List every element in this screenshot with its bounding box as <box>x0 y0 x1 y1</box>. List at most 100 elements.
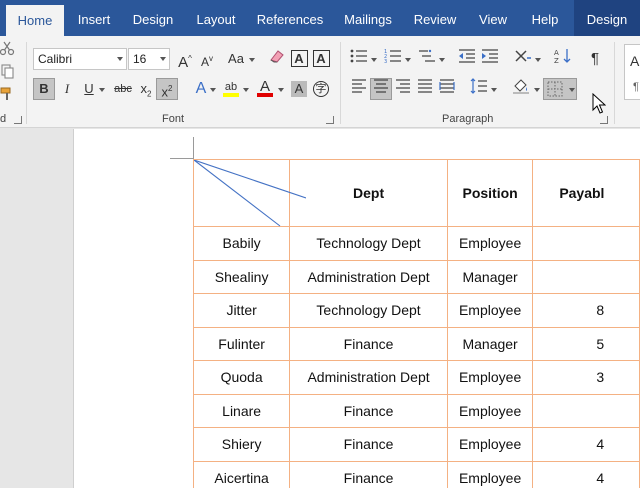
italic-button[interactable]: I <box>56 78 78 100</box>
data-table[interactable]: Dept Position Payabl Babily Technology D… <box>192 159 640 488</box>
font-size-combo[interactable]: 16 <box>128 48 170 70</box>
cell-payable[interactable]: 8 <box>532 293 640 328</box>
bold-button[interactable]: B <box>33 78 55 100</box>
styles-gallery[interactable]: A ¶ <box>624 44 640 100</box>
chevron-down-icon <box>535 58 541 62</box>
line-spacing-icon[interactable] <box>468 78 490 100</box>
tab-layout[interactable]: Layout <box>188 0 244 36</box>
numbering-icon[interactable]: 123 <box>382 48 404 70</box>
format-painter-icon[interactable] <box>0 86 18 108</box>
cell-payable[interactable] <box>532 226 640 261</box>
cell-name[interactable]: Fulinter <box>192 326 291 361</box>
cell-position[interactable]: Manager <box>446 259 534 294</box>
shading-char-icon[interactable]: A <box>288 78 310 100</box>
group-separator <box>340 42 341 124</box>
asian-layout-icon[interactable] <box>512 48 534 70</box>
tab-review[interactable]: Review <box>406 0 464 36</box>
ribbon: d Calibri 16 A^ Av Aa A A B I U abc x2 x… <box>0 36 640 128</box>
cell-dept[interactable]: Finance <box>289 326 448 361</box>
tab-view[interactable]: View <box>470 0 516 36</box>
cell-payable[interactable] <box>532 393 640 428</box>
bullets-icon[interactable] <box>348 48 370 70</box>
cell-name[interactable]: Linare <box>192 393 291 428</box>
chevron-down-icon <box>210 88 216 92</box>
paragraph-dialog-launcher[interactable] <box>600 116 608 124</box>
multilevel-list-icon[interactable] <box>416 48 438 70</box>
justify-icon[interactable] <box>414 78 436 100</box>
font-dialog-launcher[interactable] <box>326 116 334 124</box>
tab-insert[interactable]: Insert <box>68 0 120 36</box>
font-color-icon[interactable]: A <box>254 76 276 98</box>
copy-icon[interactable] <box>0 63 18 85</box>
shading-icon[interactable] <box>510 78 532 100</box>
cell-name[interactable]: Jitter <box>192 293 291 328</box>
cell-payable[interactable]: 5 <box>532 326 640 361</box>
cell-dept[interactable]: Administration Dept <box>289 360 448 395</box>
tab-table-design[interactable]: Design <box>574 0 640 36</box>
cell-payable[interactable] <box>532 259 640 294</box>
header-dept[interactable]: Dept <box>289 159 448 227</box>
cell-position[interactable]: Employee <box>446 226 534 261</box>
header-payable[interactable]: Payabl <box>532 159 640 227</box>
tab-mailings[interactable]: Mailings <box>336 0 400 36</box>
document-page[interactable]: Dept Position Payabl Babily Technology D… <box>74 129 640 488</box>
align-left-icon[interactable] <box>348 78 370 100</box>
cell-dept[interactable]: Technology Dept <box>289 293 448 328</box>
cell-name[interactable]: Babily <box>192 226 291 261</box>
highlight-color-icon[interactable]: ab <box>220 76 242 98</box>
cut-icon[interactable] <box>0 40 18 62</box>
cell-dept[interactable]: Technology Dept <box>289 226 448 261</box>
cell-position[interactable]: Employee <box>446 393 534 428</box>
cell-position[interactable]: Manager <box>446 326 534 361</box>
cell-name[interactable]: Aicertina <box>192 460 291 488</box>
character-border-icon[interactable]: A <box>288 48 310 70</box>
cell-position[interactable]: Employee <box>446 460 534 488</box>
align-right-icon[interactable] <box>392 78 414 100</box>
ribbon-tab-bar: Home Insert Design Layout References Mai… <box>0 0 640 36</box>
table-row: Fulinter Finance Manager 5 <box>192 326 640 361</box>
cell-dept[interactable]: Finance <box>289 393 448 428</box>
clear-formatting-icon[interactable] <box>266 48 288 70</box>
character-shading-icon[interactable]: A <box>310 48 332 70</box>
chevron-down-icon <box>278 88 284 92</box>
decrease-indent-icon[interactable] <box>456 48 478 70</box>
sort-icon[interactable]: AZ <box>552 48 574 70</box>
text-effects-icon[interactable]: A <box>190 78 212 100</box>
cell-name[interactable]: Shealiny <box>192 259 291 294</box>
increase-indent-icon[interactable] <box>479 48 501 70</box>
borders-button[interactable] <box>543 78 577 100</box>
paragraph-group-label: Paragraph <box>442 113 494 125</box>
tab-home[interactable]: Home <box>6 5 64 36</box>
font-name-combo[interactable]: Calibri <box>33 48 127 70</box>
align-center-icon[interactable] <box>370 78 392 100</box>
grow-font-icon[interactable]: A^ <box>174 48 196 71</box>
cell-dept[interactable]: Finance <box>289 460 448 488</box>
strikethrough-button[interactable]: abc <box>111 78 135 100</box>
subscript-button[interactable]: x2 <box>135 78 157 100</box>
cell-dept[interactable]: Finance <box>289 427 448 462</box>
tab-design[interactable]: Design <box>124 0 182 36</box>
header-position[interactable]: Position <box>446 159 534 227</box>
shrink-font-icon[interactable]: Av <box>196 48 218 70</box>
distributed-icon[interactable] <box>436 78 458 100</box>
cell-position[interactable]: Employee <box>446 293 534 328</box>
cell-dept[interactable]: Administration Dept <box>289 259 448 294</box>
tab-references[interactable]: References <box>250 0 330 36</box>
cell-payable[interactable]: 4 <box>532 460 640 488</box>
cell-position[interactable]: Employee <box>446 427 534 462</box>
font-size-value: 16 <box>133 52 147 66</box>
diagonal-header-cell[interactable] <box>192 159 306 227</box>
cell-position[interactable]: Employee <box>446 360 534 395</box>
group-separator <box>614 42 615 124</box>
change-case-icon[interactable]: Aa <box>224 48 248 70</box>
clipboard-dialog-launcher[interactable] <box>14 116 22 124</box>
cell-name[interactable]: Quoda <box>192 360 291 395</box>
show-hide-marks-icon[interactable]: ¶ <box>584 48 606 70</box>
tab-help[interactable]: Help <box>522 0 568 36</box>
cell-payable[interactable]: 3 <box>532 360 640 395</box>
superscript-button[interactable]: x2 <box>156 78 178 100</box>
cell-payable[interactable]: 4 <box>532 427 640 462</box>
cell-name[interactable]: Shiery <box>192 427 291 462</box>
underline-button[interactable]: U <box>78 78 100 100</box>
enclose-characters-icon[interactable]: 字 <box>310 78 332 100</box>
